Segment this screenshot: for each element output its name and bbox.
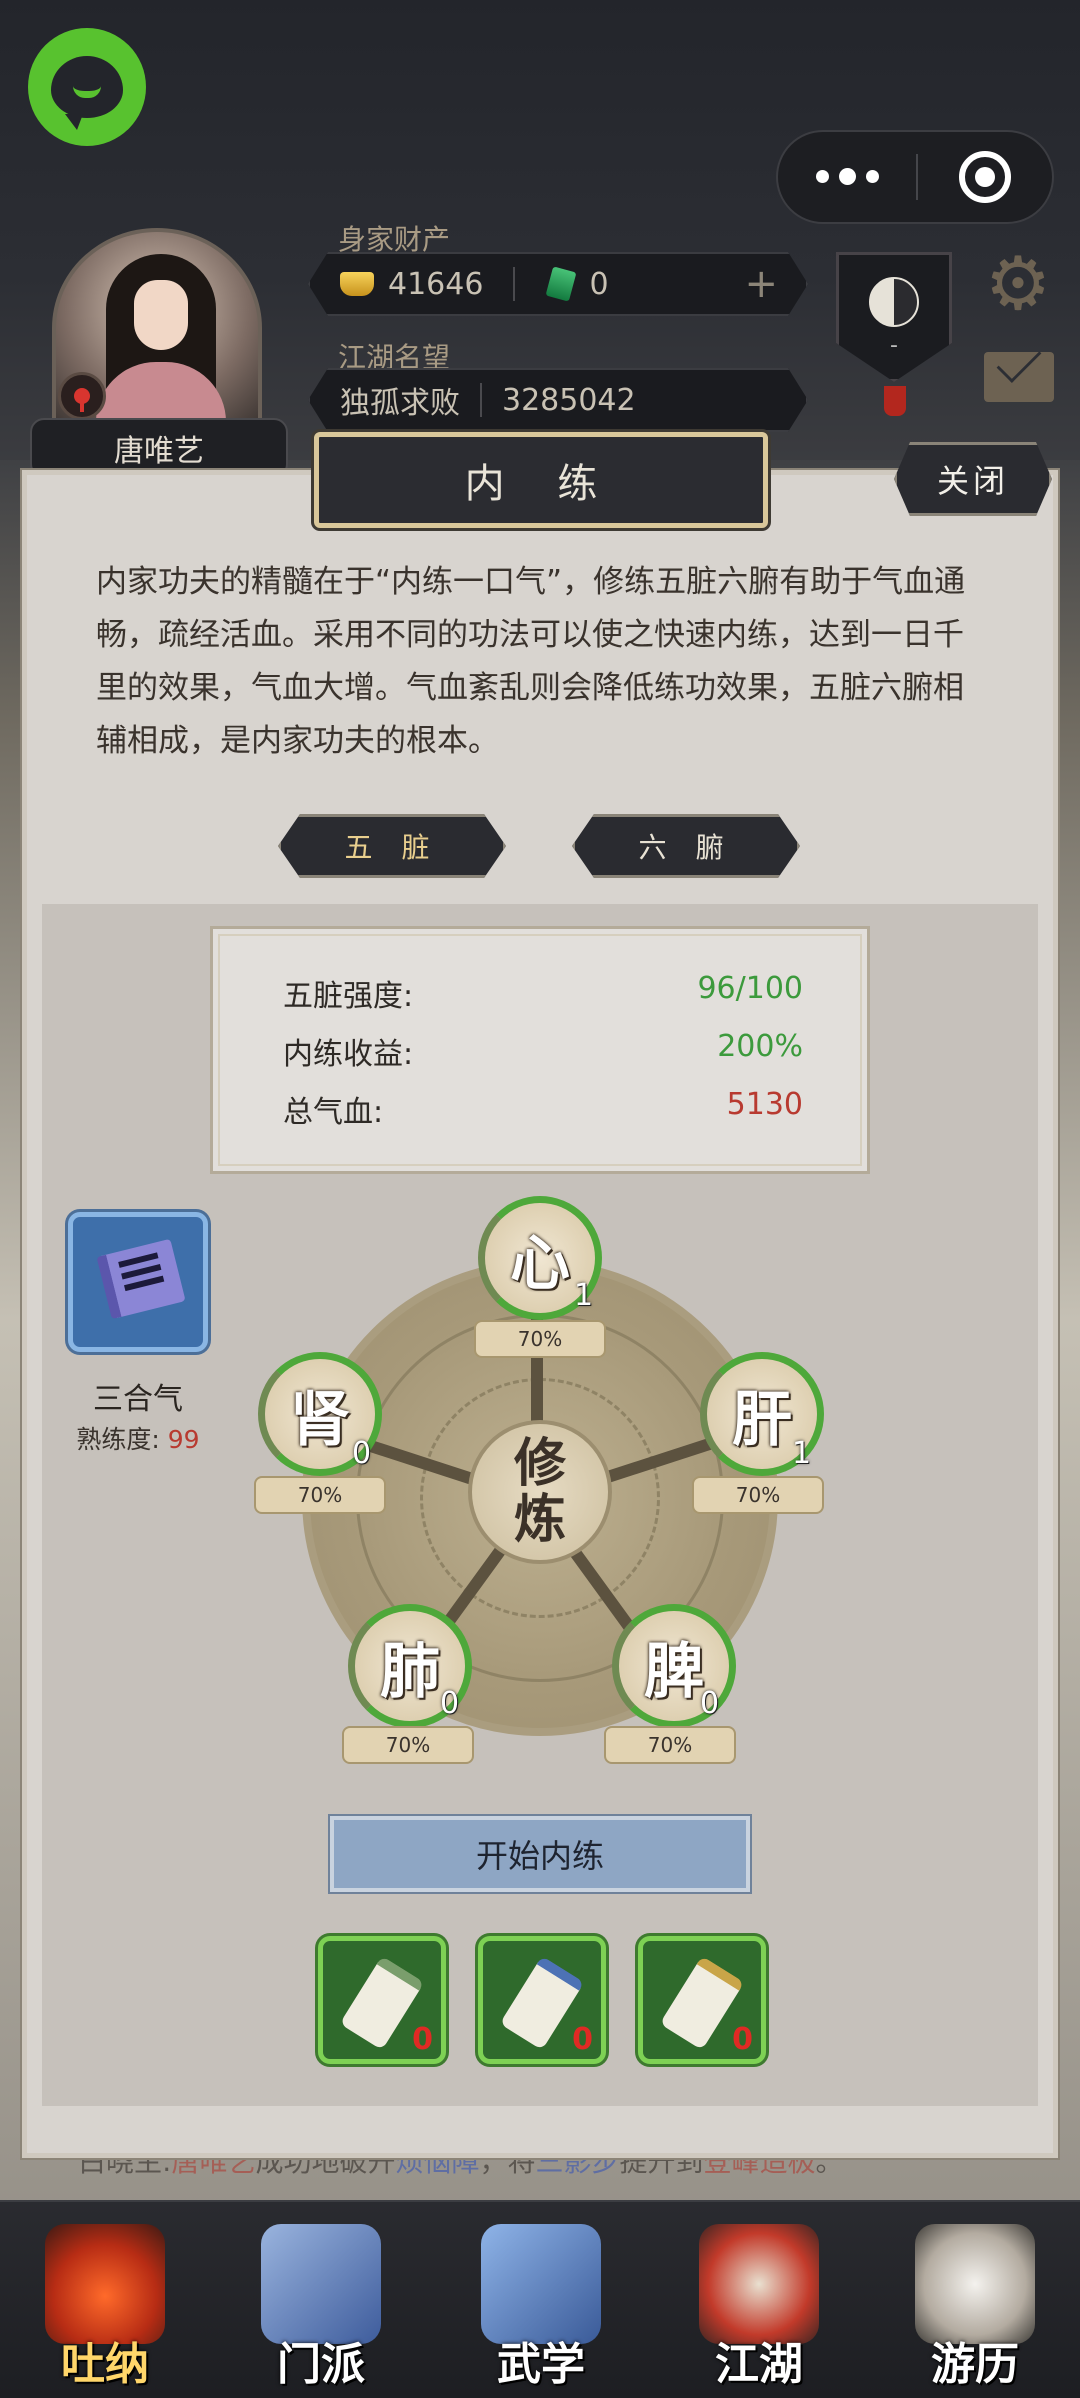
stat-value: 96/100 xyxy=(697,971,803,1006)
jade-icon xyxy=(546,266,577,301)
item-count: 0 xyxy=(412,2022,433,2057)
organ-percent: 70% xyxy=(604,1726,736,1764)
rank-value: - xyxy=(890,333,898,358)
organ-percent: 70% xyxy=(254,1476,386,1514)
mail-icon[interactable] xyxy=(984,352,1054,402)
gold-amount: 41646 xyxy=(388,266,484,302)
proficiency-label: 熟练度: xyxy=(76,1425,160,1454)
organ-level: 0 xyxy=(700,1686,720,1721)
meditation-icon xyxy=(45,2224,165,2344)
jade-amount: 0 xyxy=(589,266,609,302)
skill-book-slot[interactable] xyxy=(68,1212,208,1352)
nav-martial-arts[interactable]: 武学 xyxy=(466,2210,616,2398)
nav-jianghu[interactable]: 江湖 xyxy=(684,2210,834,2398)
cultivate-char: 炼 xyxy=(513,1489,566,1550)
organ-level: 0 xyxy=(352,1436,372,1471)
nav-label: 武学 xyxy=(497,2339,585,2390)
stat-value: 200% xyxy=(717,1029,803,1064)
chat-bubble-icon[interactable] xyxy=(28,28,146,146)
stat-row: 五脏强度: 96/100 xyxy=(283,971,803,1015)
female-gender-icon xyxy=(58,372,106,420)
stat-row: 内练收益: 200% xyxy=(283,1029,803,1073)
cultivate-button[interactable]: 修 炼 xyxy=(468,1420,612,1564)
proficiency-value: 99 xyxy=(167,1425,200,1454)
stat-value: 5130 xyxy=(726,1087,803,1122)
item-count: 0 xyxy=(572,2022,593,2057)
nav-label: 江湖 xyxy=(715,2339,803,2390)
nav-tuna[interactable]: 吐纳 xyxy=(30,2210,180,2398)
target-circle-icon[interactable] xyxy=(918,151,1052,203)
gear-icon[interactable]: ⚙ xyxy=(980,246,1056,322)
intro-text: 内家功夫的精髓在于“内练一口气”，修练五脏六腑有助于气血通畅，疏经活血。采用不同… xyxy=(96,564,966,759)
fame-title: 独孤求败 xyxy=(340,386,460,421)
fame-divider xyxy=(480,383,482,417)
nav-sect[interactable]: 门派 xyxy=(246,2210,396,2398)
wealth-divider xyxy=(513,267,515,301)
nav-label: 吐纳 xyxy=(61,2339,149,2390)
close-button[interactable]: 关闭 xyxy=(894,442,1052,516)
player-name: 唐唯艺 xyxy=(30,418,288,478)
gold-ingot-icon xyxy=(340,272,374,296)
organ-percent: 70% xyxy=(474,1320,606,1358)
horse-icon xyxy=(915,2224,1035,2344)
flag-icon xyxy=(261,2224,381,2344)
tassel-ornament xyxy=(884,386,906,416)
organ-percent: 70% xyxy=(692,1476,824,1514)
nav-travel[interactable]: 游历 xyxy=(900,2210,1050,2398)
organ-level: 0 xyxy=(440,1686,460,1721)
fame-value: 3285042 xyxy=(502,382,636,418)
more-dots-icon[interactable] xyxy=(778,167,916,185)
book-icon xyxy=(96,1238,186,1320)
item-slot[interactable]: 0 xyxy=(638,1936,766,2064)
item-count: 0 xyxy=(732,2022,753,2057)
stat-label: 五脏强度: xyxy=(283,979,414,1014)
wealth-bar: 41646 0 + xyxy=(308,252,808,316)
books-icon xyxy=(481,2224,601,2344)
stat-label: 总气血: xyxy=(283,1095,384,1130)
skill-name: 三合气 xyxy=(93,1382,183,1417)
stats-card: 五脏强度: 96/100 内练收益: 200% 总气血: 5130 xyxy=(210,926,870,1174)
tab-six-viscera[interactable]: 六 腑 xyxy=(572,814,800,878)
yinyang-icon xyxy=(869,277,919,327)
cultivate-char: 修 xyxy=(513,1433,566,1494)
item-slot[interactable]: 0 xyxy=(318,1936,446,2064)
item-slot[interactable]: 0 xyxy=(478,1936,606,2064)
dialog-title: 内 练 xyxy=(314,432,768,528)
start-training-button[interactable]: 开始内练 xyxy=(328,1814,752,1894)
organ-level: 1 xyxy=(574,1278,594,1313)
stat-row: 总气血: 5130 xyxy=(283,1087,803,1131)
organ-percent: 70% xyxy=(342,1726,474,1764)
nav-label: 门派 xyxy=(277,2339,365,2390)
add-currency-button[interactable]: + xyxy=(744,264,778,304)
miniprogram-capsule xyxy=(776,130,1054,224)
fame-bar: 独孤求败 3285042 xyxy=(308,368,808,432)
hat-icon xyxy=(699,2224,819,2344)
organ-level: 1 xyxy=(792,1436,812,1471)
tab-five-organs[interactable]: 五 脏 xyxy=(278,814,506,878)
stat-label: 内练收益: xyxy=(283,1037,414,1072)
nav-label: 游历 xyxy=(931,2339,1019,2390)
skill-proficiency: 熟练度: 99 xyxy=(40,1420,236,1456)
